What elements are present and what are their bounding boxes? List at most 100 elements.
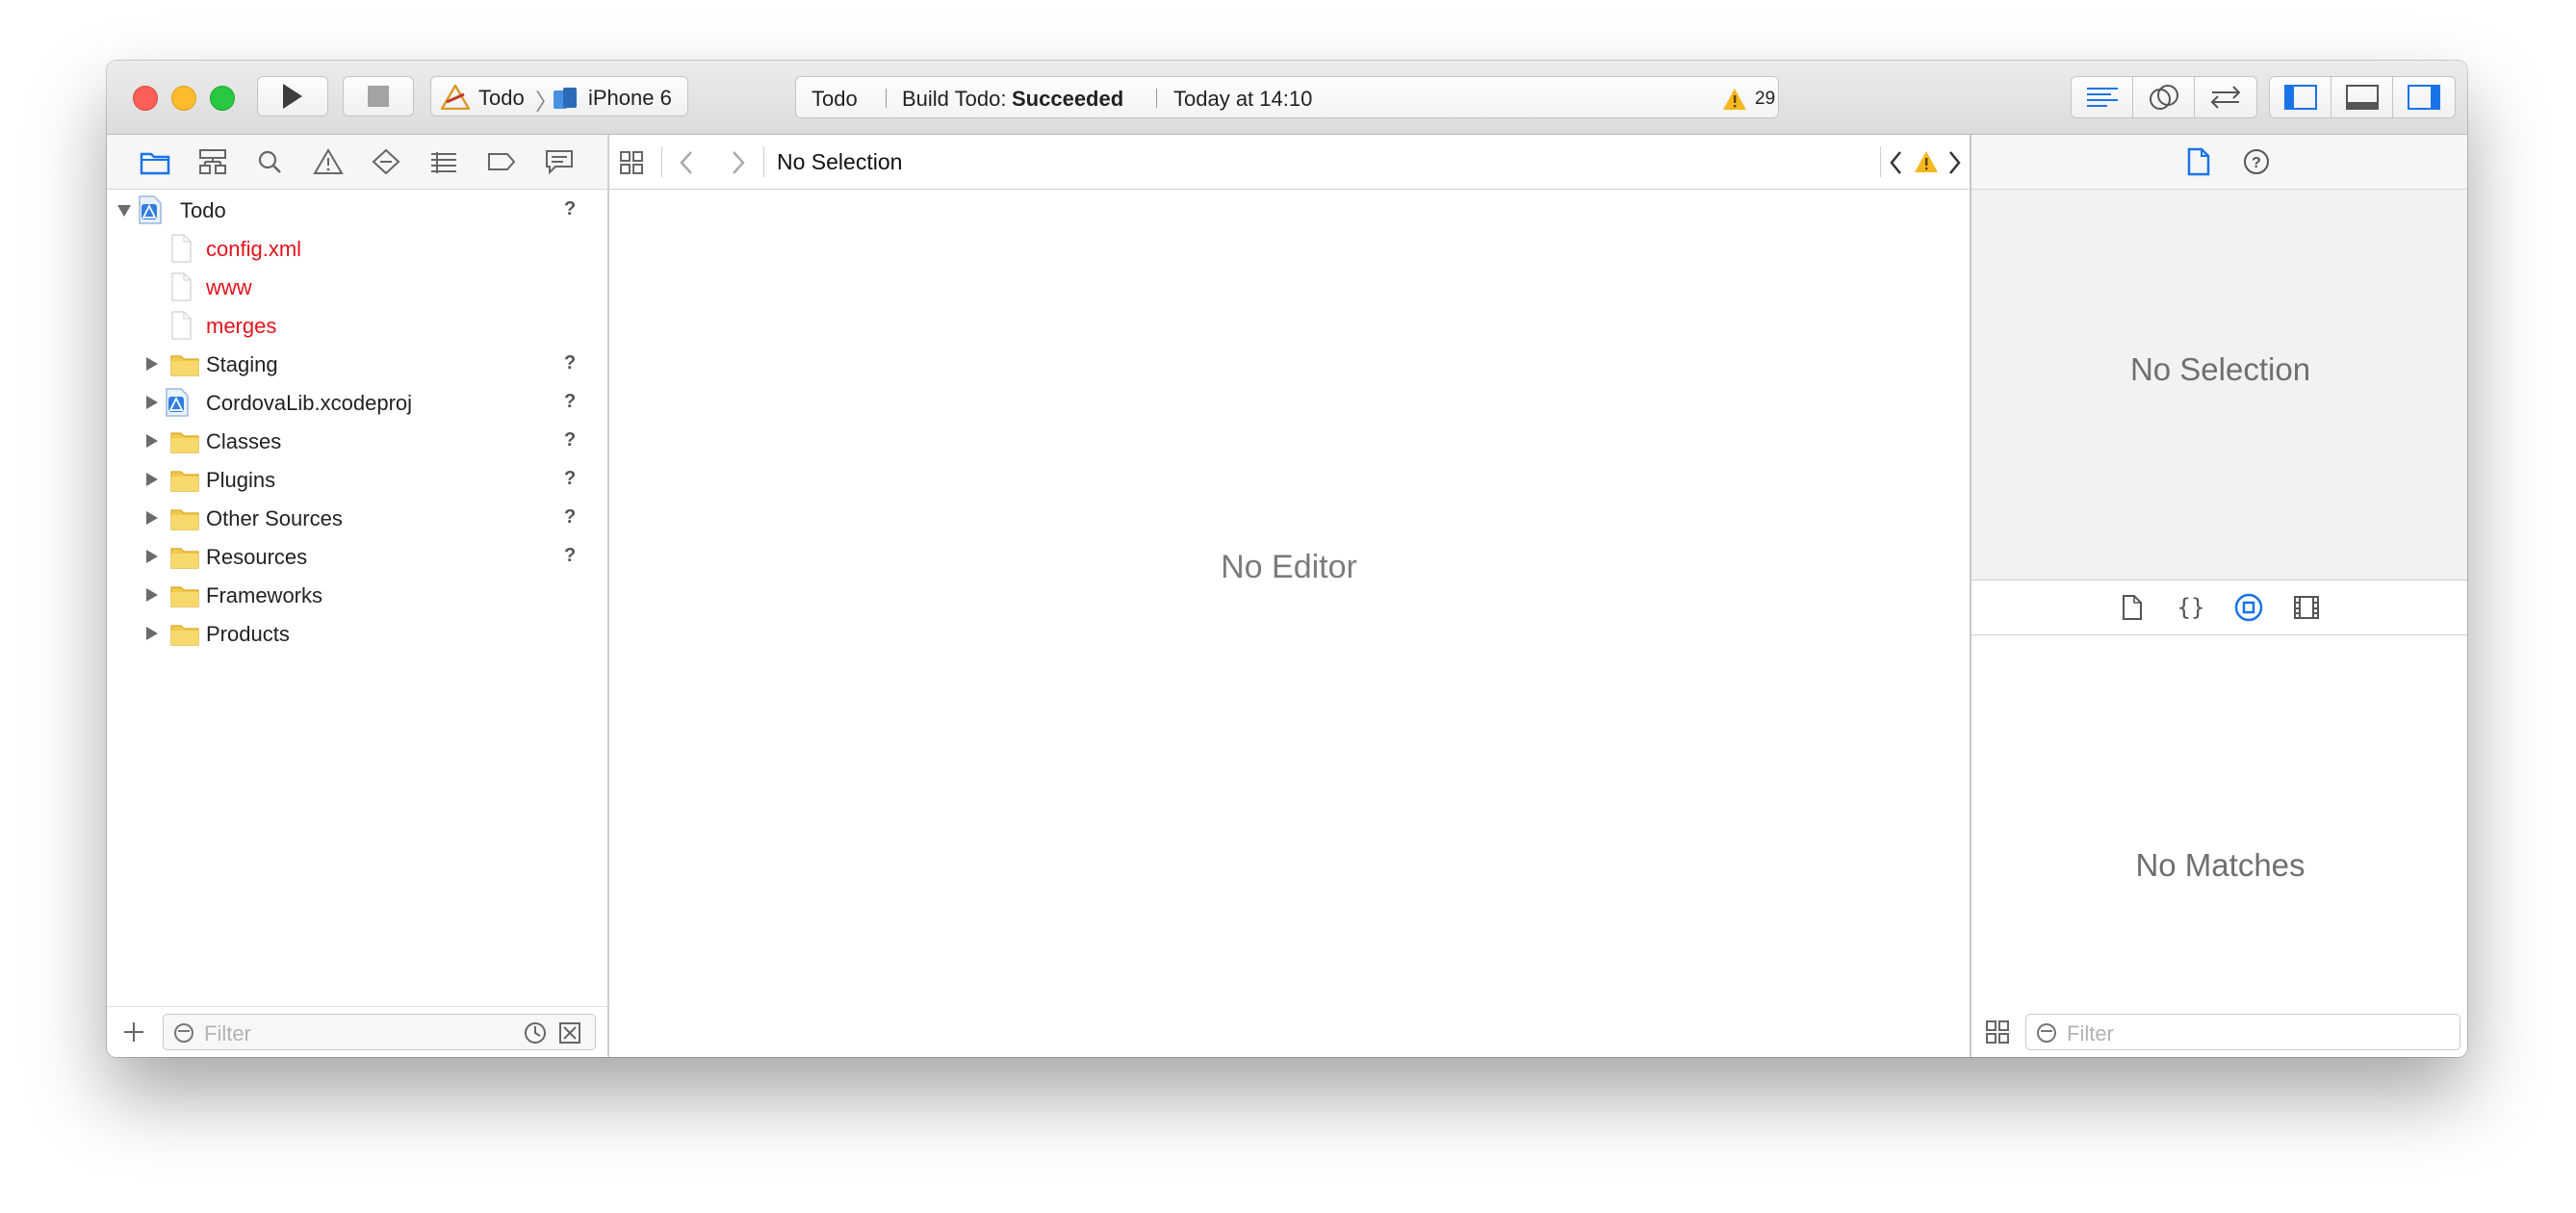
disclosure-collapsed-icon[interactable] bbox=[145, 356, 159, 372]
library-no-matches-label: No Matches bbox=[2135, 847, 2306, 883]
debug-panel-icon bbox=[2345, 85, 2379, 110]
navigator-panel-icon bbox=[2283, 85, 2317, 110]
file-tree-row[interactable]: Classes? bbox=[107, 422, 607, 460]
source-control-status: ? bbox=[564, 545, 577, 566]
version-editor-icon bbox=[2210, 86, 2241, 109]
disclosure-collapsed-icon[interactable] bbox=[145, 433, 159, 449]
assistant-editor-icon bbox=[2149, 85, 2178, 110]
library-filter-placeholder: Filter bbox=[2067, 1021, 2114, 1045]
report-bubble-icon[interactable] bbox=[544, 148, 575, 175]
file-tree-row[interactable]: Todo? bbox=[107, 191, 607, 229]
xcode-project-icon bbox=[166, 388, 189, 417]
recent-files-clock-icon[interactable] bbox=[524, 1021, 547, 1045]
file-tree-label: Resources bbox=[206, 545, 308, 569]
file-inspector-icon[interactable] bbox=[2186, 147, 2211, 176]
library-filter-field[interactable]: Filter bbox=[2025, 1014, 2460, 1050]
file-tree-row[interactable]: CordovaLib.xcodeproj? bbox=[107, 383, 607, 422]
object-library-icon[interactable] bbox=[2234, 593, 2263, 622]
file-tree-label: www bbox=[206, 275, 252, 299]
forward-arrow-icon[interactable] bbox=[729, 149, 748, 176]
debug-list-icon[interactable] bbox=[428, 148, 459, 175]
breakpoint-icon[interactable] bbox=[486, 148, 517, 175]
file-tree-label: config.xml bbox=[206, 237, 302, 261]
file-tree-label: merges bbox=[206, 314, 277, 338]
library-tab-bar: {} bbox=[1971, 581, 2467, 635]
jump-bar: No Selection bbox=[609, 135, 1969, 190]
back-arrow-icon[interactable] bbox=[677, 149, 696, 176]
disclosure-collapsed-icon[interactable] bbox=[145, 395, 159, 410]
source-control-status: ? bbox=[564, 429, 577, 451]
issue-warning-icon[interactable] bbox=[1914, 150, 1939, 173]
file-tree-row[interactable]: www bbox=[107, 268, 607, 306]
navigator-filter-placeholder: Filter bbox=[204, 1021, 251, 1045]
navigator-filter-field[interactable]: Filter bbox=[163, 1014, 596, 1050]
activity-build-status: Succeeded bbox=[1012, 87, 1124, 111]
no-editor-label: No Editor bbox=[1221, 549, 1357, 585]
toggle-debug-area-button[interactable] bbox=[2331, 77, 2393, 117]
next-issue-icon[interactable] bbox=[1945, 149, 1963, 176]
code-snippet-icon[interactable]: {} bbox=[2177, 594, 2204, 621]
standard-editor-button[interactable] bbox=[2072, 77, 2133, 117]
grid-view-icon[interactable] bbox=[1985, 1019, 2010, 1045]
source-control-status: ? bbox=[564, 506, 577, 528]
stop-button[interactable] bbox=[343, 76, 414, 116]
close-window-button[interactable] bbox=[133, 86, 158, 111]
navigator-tab-bar bbox=[107, 135, 607, 190]
utilities-area: ? No Selection {} No Matches Filter bbox=[1970, 135, 2467, 1057]
editor-mode-control[interactable] bbox=[2071, 76, 2257, 118]
add-icon[interactable] bbox=[122, 1020, 145, 1044]
file-tree-label: Products bbox=[206, 622, 290, 646]
related-items-grid-icon[interactable] bbox=[619, 150, 644, 175]
activity-time: Today at 14:10 bbox=[1173, 87, 1313, 111]
test-diamond-icon[interactable] bbox=[371, 148, 401, 175]
file-tree-row[interactable]: Other Sources? bbox=[107, 499, 607, 537]
file-tree-row[interactable]: Frameworks bbox=[107, 576, 607, 614]
issue-warning-icon[interactable] bbox=[313, 148, 344, 175]
file-tree-label: Frameworks bbox=[206, 583, 323, 607]
toggle-navigator-button[interactable] bbox=[2270, 77, 2331, 117]
file-template-icon[interactable] bbox=[2121, 594, 2144, 621]
warning-count[interactable]: 29 bbox=[1755, 89, 1775, 110]
divider bbox=[886, 89, 887, 108]
disclosure-collapsed-icon[interactable] bbox=[145, 510, 159, 526]
file-tree-row[interactable]: Plugins? bbox=[107, 460, 607, 499]
folder-icon bbox=[170, 586, 199, 607]
inspector-no-selection-label: No Selection bbox=[2129, 351, 2311, 387]
quick-help-icon[interactable]: ? bbox=[2243, 148, 2270, 175]
svg-text:?: ? bbox=[2252, 155, 2261, 171]
disclosure-collapsed-icon[interactable] bbox=[145, 472, 159, 487]
scheme-selector[interactable]: Todo 〉 iPhone 6 bbox=[430, 76, 688, 116]
file-tree-row[interactable]: Resources? bbox=[107, 537, 607, 576]
file-tree-row[interactable]: Staging? bbox=[107, 345, 607, 383]
folder-icon bbox=[170, 548, 199, 569]
disclosure-collapsed-icon[interactable] bbox=[145, 587, 159, 603]
library-footer: Filter bbox=[1971, 1007, 2467, 1057]
file-tree-row[interactable]: config.xml bbox=[107, 229, 607, 268]
disclosure-collapsed-icon[interactable] bbox=[145, 549, 159, 564]
folder-icon[interactable] bbox=[140, 148, 170, 175]
version-editor-button[interactable] bbox=[2195, 77, 2256, 117]
svg-text:{}: {} bbox=[2177, 594, 2204, 621]
warning-icon[interactable] bbox=[1722, 88, 1747, 111]
source-control-filter-icon[interactable] bbox=[558, 1021, 581, 1045]
hierarchy-icon[interactable] bbox=[197, 148, 228, 175]
file-tree-row[interactable]: Products bbox=[107, 614, 607, 653]
disclosure-collapsed-icon[interactable] bbox=[145, 626, 159, 641]
divider bbox=[1880, 146, 1881, 177]
search-icon[interactable] bbox=[255, 148, 286, 175]
media-library-icon[interactable] bbox=[2293, 595, 2320, 620]
filter-icon bbox=[174, 1023, 193, 1043]
folder-icon bbox=[170, 471, 199, 492]
zoom-window-button[interactable] bbox=[210, 86, 235, 111]
toggle-inspector-button[interactable] bbox=[2393, 77, 2455, 117]
view-toggle-control[interactable] bbox=[2269, 76, 2456, 118]
jump-bar-title[interactable]: No Selection bbox=[777, 149, 902, 175]
disclosure-expanded-icon[interactable] bbox=[116, 204, 132, 218]
assistant-editor-button[interactable] bbox=[2133, 77, 2195, 117]
file-tree-row[interactable]: merges bbox=[107, 306, 607, 345]
scheme-project-label: Todo bbox=[478, 86, 525, 110]
file-tree-label: Staging bbox=[206, 352, 278, 376]
previous-issue-icon[interactable] bbox=[1888, 149, 1905, 176]
run-button[interactable] bbox=[257, 76, 328, 116]
minimize-window-button[interactable] bbox=[171, 86, 196, 111]
